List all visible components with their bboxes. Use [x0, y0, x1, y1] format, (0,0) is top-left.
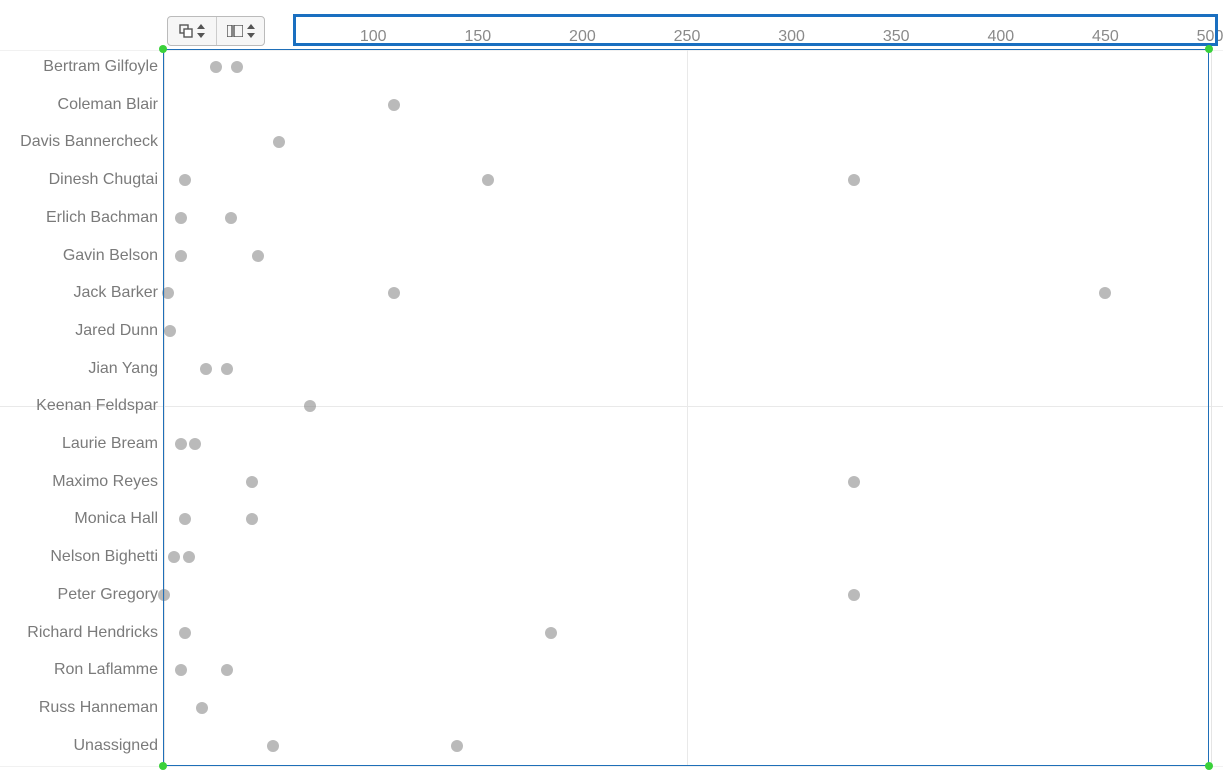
- data-point[interactable]: [848, 589, 860, 601]
- data-point[interactable]: [388, 287, 400, 299]
- data-point[interactable]: [175, 212, 187, 224]
- data-point[interactable]: [179, 513, 191, 525]
- data-point[interactable]: [1099, 287, 1111, 299]
- y-category-label: Jian Yang: [0, 360, 158, 378]
- x-axis-highlight[interactable]: [293, 14, 1218, 46]
- y-category-label: Monica Hall: [0, 510, 158, 528]
- data-point[interactable]: [179, 627, 191, 639]
- data-point[interactable]: [183, 551, 195, 563]
- data-point[interactable]: [168, 551, 180, 563]
- y-category-label: Jack Barker: [0, 284, 158, 302]
- data-point[interactable]: [210, 61, 222, 73]
- data-point[interactable]: [451, 740, 463, 752]
- y-category-label: Russ Hanneman: [0, 699, 158, 717]
- selection-handle[interactable]: [1205, 45, 1213, 53]
- data-point[interactable]: [273, 136, 285, 148]
- selection-handle[interactable]: [159, 762, 167, 770]
- data-point[interactable]: [196, 702, 208, 714]
- data-point[interactable]: [175, 664, 187, 676]
- data-point[interactable]: [388, 99, 400, 111]
- y-category-label: Unassigned: [0, 737, 158, 755]
- selection-handle[interactable]: [159, 45, 167, 53]
- data-point[interactable]: [221, 664, 233, 676]
- copy-icon: [179, 24, 193, 38]
- y-category-label: Erlich Bachman: [0, 209, 158, 227]
- data-point[interactable]: [175, 250, 187, 262]
- y-category-label: Laurie Bream: [0, 435, 158, 453]
- data-point[interactable]: [231, 61, 243, 73]
- y-category-label: Richard Hendricks: [0, 624, 158, 642]
- data-point[interactable]: [158, 589, 170, 601]
- data-point[interactable]: [252, 250, 264, 262]
- updown-icon: [247, 24, 255, 38]
- data-point[interactable]: [225, 212, 237, 224]
- data-point[interactable]: [246, 513, 258, 525]
- copy-style-button[interactable]: [168, 17, 216, 45]
- y-category-label: Keenan Feldspar: [0, 397, 158, 415]
- data-point[interactable]: [545, 627, 557, 639]
- y-category-label: Bertram Gilfoyle: [0, 58, 158, 76]
- layout-icon: [227, 25, 243, 37]
- chart-toolbar: [167, 16, 265, 46]
- plot-area[interactable]: [164, 50, 1212, 766]
- data-point[interactable]: [200, 363, 212, 375]
- data-point[interactable]: [164, 325, 176, 337]
- data-point[interactable]: [482, 174, 494, 186]
- data-point[interactable]: [848, 174, 860, 186]
- selection-handle[interactable]: [1205, 762, 1213, 770]
- data-point[interactable]: [221, 363, 233, 375]
- y-category-label: Coleman Blair: [0, 96, 158, 114]
- updown-icon: [197, 24, 205, 38]
- data-point[interactable]: [162, 287, 174, 299]
- y-category-label: Peter Gregory: [0, 586, 158, 604]
- data-point[interactable]: [267, 740, 279, 752]
- data-point[interactable]: [189, 438, 201, 450]
- data-point[interactable]: [848, 476, 860, 488]
- data-point[interactable]: [304, 400, 316, 412]
- y-category-label: Nelson Bighetti: [0, 548, 158, 566]
- data-point[interactable]: [179, 174, 191, 186]
- layout-button[interactable]: [216, 17, 264, 45]
- chart-viewport: 100150200250300350400450500 Bertram Gilf…: [0, 0, 1223, 782]
- data-point[interactable]: [246, 476, 258, 488]
- data-point[interactable]: [175, 438, 187, 450]
- y-category-label: Jared Dunn: [0, 322, 158, 340]
- y-category-label: Maximo Reyes: [0, 473, 158, 491]
- y-category-label: Davis Bannercheck: [0, 133, 158, 151]
- y-category-label: Dinesh Chugtai: [0, 171, 158, 189]
- y-category-label: Gavin Belson: [0, 247, 158, 265]
- y-category-label: Ron Laflamme: [0, 661, 158, 679]
